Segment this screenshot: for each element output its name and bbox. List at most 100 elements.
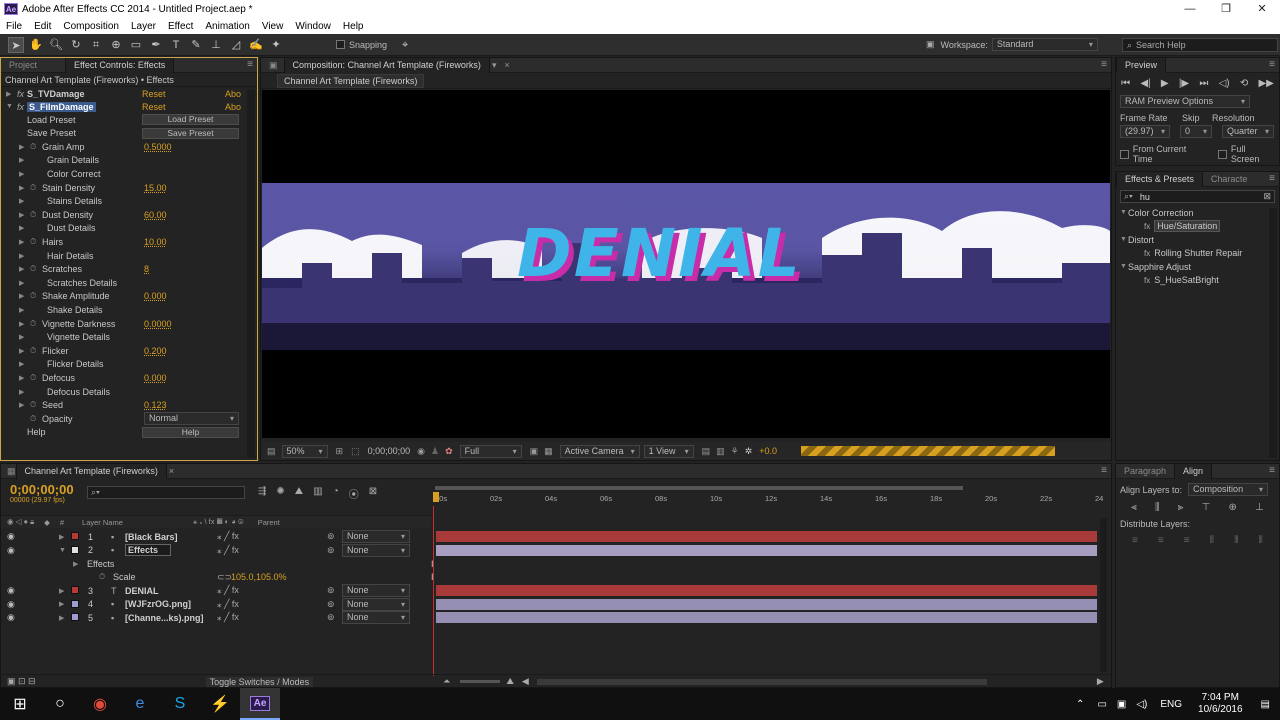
- expand-triangle-icon[interactable]: ▶: [19, 292, 27, 300]
- grid-icon[interactable]: ⊞: [336, 446, 344, 457]
- menu-view[interactable]: View: [256, 21, 290, 32]
- effect-param-row[interactable]: Save Preset Save Preset: [1, 127, 253, 140]
- layer-switches-icon[interactable]: ⁎ ╱ fx: [217, 599, 239, 610]
- always-preview-icon[interactable]: ▤: [267, 446, 276, 457]
- ram-preview-icon[interactable]: ▶▶: [1258, 78, 1273, 89]
- stopwatch-icon[interactable]: ⏱: [30, 183, 40, 193]
- param-value[interactable]: 60.00: [144, 210, 167, 220]
- tab-timeline[interactable]: Channel Art Template (Fireworks): [15, 463, 167, 479]
- parent-dropdown[interactable]: None: [342, 530, 410, 543]
- effect-param-row[interactable]: ▶ ⏱ Dust Density 60.00: [1, 208, 253, 221]
- collapse-triangle-icon[interactable]: ▼: [1120, 236, 1128, 243]
- clone-stamp-tool-icon[interactable]: ⊥: [208, 37, 224, 53]
- collapse-triangle-icon[interactable]: ▼: [6, 103, 14, 110]
- effect-param-row[interactable]: Load Preset Load Preset: [1, 113, 253, 126]
- toggle-switches-modes-button[interactable]: Toggle Switches / Modes: [205, 676, 314, 687]
- effect-param-row[interactable]: Help Help: [1, 426, 253, 439]
- expand-triangle-icon[interactable]: ▶: [6, 90, 14, 98]
- parent-dropdown[interactable]: None: [342, 611, 410, 624]
- effect-param-row[interactable]: ▶ Defocus Details: [1, 385, 253, 398]
- layer-name[interactable]: DENIAL: [125, 586, 159, 596]
- hide-shy-layers-icon[interactable]: ⛰: [295, 486, 303, 501]
- stopwatch-icon[interactable]: ⏱: [30, 237, 40, 247]
- about-link[interactable]: Abo: [225, 89, 241, 99]
- mute-audio-icon[interactable]: ◁): [1219, 78, 1230, 89]
- tab-preview[interactable]: Preview: [1116, 57, 1167, 73]
- parent-dropdown[interactable]: None: [342, 584, 410, 597]
- panel-menu-icon[interactable]: ≡: [1101, 59, 1107, 70]
- expand-triangle-icon[interactable]: ▶: [19, 279, 27, 287]
- snapping-checkbox[interactable]: [336, 40, 345, 49]
- parent-dropdown[interactable]: None: [342, 597, 410, 611]
- menu-composition[interactable]: Composition: [57, 21, 125, 32]
- visibility-eye-icon[interactable]: ◉: [7, 599, 15, 610]
- parent-pickwhip-icon[interactable]: ⊚: [327, 531, 335, 542]
- frame-rate-dropdown[interactable]: (29.97): [1120, 125, 1170, 138]
- layer-label-color[interactable]: [71, 532, 79, 540]
- layer-label-color[interactable]: [71, 545, 79, 554]
- distribute-bottom-icon[interactable]: ≡: [1184, 535, 1190, 546]
- param-button[interactable]: Save Preset: [142, 127, 239, 139]
- effect-controls-scrollbar[interactable]: [247, 90, 255, 458]
- selection-tool-icon[interactable]: ➤: [8, 36, 24, 53]
- stopwatch-icon[interactable]: ⏱: [30, 210, 40, 220]
- work-area-bar[interactable]: [435, 486, 963, 490]
- menu-window[interactable]: Window: [289, 21, 337, 32]
- parent-pickwhip-icon[interactable]: ⊚: [327, 545, 335, 556]
- param-value[interactable]: 0.000: [144, 373, 167, 383]
- rotate-tool-icon[interactable]: ↻: [68, 37, 84, 53]
- distribute-hcenter-icon[interactable]: ⦀: [1234, 535, 1238, 546]
- battery-icon[interactable]: ▭: [1097, 699, 1106, 710]
- current-time-display[interactable]: 0;00;00;00: [368, 446, 411, 456]
- expand-triangle-icon[interactable]: ▶: [59, 614, 67, 622]
- type-tool-icon[interactable]: T: [168, 37, 184, 53]
- layer-duration-bar[interactable]: [436, 544, 1097, 556]
- stopwatch-icon[interactable]: ⏱: [30, 319, 40, 329]
- preset-folder[interactable]: ▼ Sapphire Adjust: [1116, 260, 1279, 274]
- layer-name-header[interactable]: Layer Name: [82, 518, 123, 527]
- expand-triangle-icon[interactable]: ▶: [19, 224, 27, 232]
- param-value[interactable]: 0.5000: [144, 142, 172, 152]
- menu-help[interactable]: Help: [337, 21, 370, 32]
- effect-s-filmdamage[interactable]: ▼ fx S_FilmDamage Reset Abo: [1, 100, 253, 113]
- close-tab-icon[interactable]: ×: [169, 466, 174, 476]
- layer-label-color[interactable]: [71, 586, 79, 594]
- timeline-current-time[interactable]: 0;00;00;00: [10, 482, 74, 497]
- collapse-triangle-icon[interactable]: ▼: [1120, 209, 1128, 216]
- stopwatch-icon[interactable]: ⏱: [30, 264, 40, 274]
- from-current-time-checkbox[interactable]: [1120, 149, 1129, 159]
- show-snapshot-icon[interactable]: ♟: [431, 446, 439, 457]
- timeline-layer-row[interactable]: ◉ ▶ 5 ▪ [Channe...ks).png] ⁎ ╱ fx ⊚ None: [1, 611, 431, 624]
- reset-link[interactable]: Reset: [142, 102, 166, 112]
- expand-triangle-icon[interactable]: ▶: [19, 306, 27, 314]
- camera-dropdown[interactable]: Active Camera: [559, 444, 640, 458]
- play-icon[interactable]: ▶: [1161, 78, 1169, 89]
- pan-behind-tool-icon[interactable]: ⊕: [108, 37, 124, 53]
- menu-edit[interactable]: Edit: [28, 21, 57, 32]
- reset-link[interactable]: Reset: [142, 89, 166, 99]
- brainstorm-icon[interactable]: ⦿: [349, 486, 359, 501]
- effect-param-row[interactable]: ▶ ⏱ Seed 0.123: [1, 399, 253, 412]
- windows-start-icon[interactable]: ⊞: [0, 688, 40, 720]
- timeline-vertical-scrollbar[interactable]: [1100, 518, 1107, 672]
- constrain-proportions-icon[interactable]: ⊂⊃: [217, 572, 232, 583]
- clock-date[interactable]: 10/6/2016: [1198, 704, 1243, 716]
- stopwatch-icon[interactable]: ⏱: [30, 142, 40, 152]
- flowchart-icon[interactable]: ⚘: [731, 446, 739, 457]
- previous-frame-icon[interactable]: ◀|: [1140, 78, 1150, 89]
- panel-menu-icon[interactable]: ≡: [1269, 465, 1275, 476]
- parent-header[interactable]: Parent: [258, 518, 280, 527]
- effect-param-row[interactable]: ▶ ⏱ Vignette Darkness 0.0000: [1, 317, 253, 330]
- composition-viewer[interactable]: DENIAL: [262, 90, 1110, 438]
- expand-triangle-icon[interactable]: ▶: [19, 156, 27, 164]
- tab-effect-controls[interactable]: Effect Controls: Effects: [65, 57, 175, 73]
- expand-triangle-icon[interactable]: ▶: [19, 374, 27, 382]
- align-to-dropdown[interactable]: Composition: [1188, 483, 1269, 496]
- param-button[interactable]: Help: [142, 426, 239, 438]
- layer-switches-icon[interactable]: ⁎ ╱ fx: [217, 531, 239, 542]
- align-vertical-center-icon[interactable]: ⊕: [1229, 502, 1237, 513]
- param-value[interactable]: 10.00: [144, 237, 167, 247]
- align-horizontal-center-icon[interactable]: ⫼: [1155, 502, 1160, 513]
- exposure-value[interactable]: +0.0: [759, 446, 777, 456]
- effect-param-row[interactable]: ▶ Hair Details: [1, 249, 253, 262]
